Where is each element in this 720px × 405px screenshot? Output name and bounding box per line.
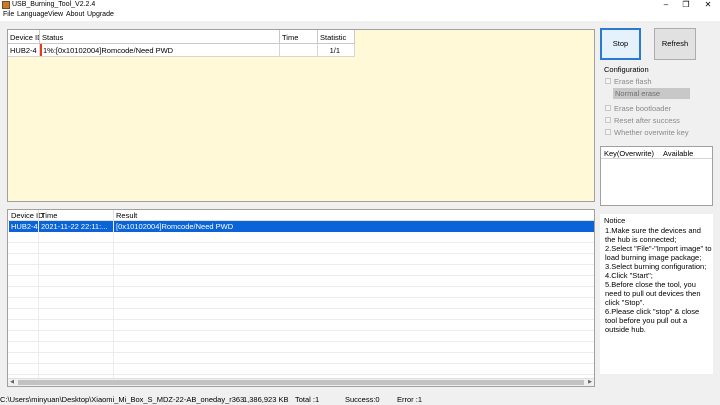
log-column-header-result[interactable]: Result xyxy=(116,211,137,220)
erase-flash-checkbox[interactable] xyxy=(605,78,611,84)
log-device-cell: HUB2-4 xyxy=(11,222,38,231)
erase-mode-select[interactable]: Normal erase xyxy=(613,88,690,99)
configuration-label: Configuration xyxy=(604,65,649,74)
window-title: USB_Burning_Tool_V2.2.4 xyxy=(12,1,96,8)
log-column-header-time[interactable]: Time xyxy=(41,211,57,220)
image-size: 1,386,923 KB xyxy=(243,395,289,404)
key-panel-header: Key(Overwrite) Available xyxy=(601,147,712,159)
menu-upgrade[interactable]: Upgrade xyxy=(87,11,114,18)
column-header-statistic[interactable]: Statistic xyxy=(318,30,355,44)
overwrite-key-label: Whether overwrite key xyxy=(614,128,689,137)
device-id-cell: HUB2-4 xyxy=(8,44,40,57)
column-divider xyxy=(38,221,39,378)
reset-after-success-label: Reset after success xyxy=(614,116,680,125)
column-header-time[interactable]: Time xyxy=(280,30,318,44)
key-overwrite-header: Key(Overwrite) xyxy=(604,149,655,158)
time-cell xyxy=(280,44,318,57)
status-cell: 1%:[0x10102004]Romcode/Need PWD xyxy=(40,44,280,57)
log-row[interactable]: HUB2-4 2021-11-22 22:11:... [0x10102004]… xyxy=(9,221,594,232)
status-bar: C:\Users\minyuan\Desktop\Xiaomi_Mi_Box_S… xyxy=(0,393,720,405)
log-time-cell: 2021-11-22 22:11:... xyxy=(41,222,108,231)
horizontal-scrollbar[interactable]: ◀ ▶ xyxy=(8,378,594,386)
log-result-cell: [0x10102004]Romcode/Need PWD xyxy=(116,222,234,231)
menu-language[interactable]: Language xyxy=(17,11,48,18)
empty-rows xyxy=(8,232,594,378)
device-grid-header: Device ID Status Time Statistic xyxy=(8,30,355,44)
status-text: 1%:[0x10102004]Romcode/Need PWD xyxy=(43,46,174,55)
scroll-left-icon[interactable]: ◀ xyxy=(8,379,16,386)
statistic-cell: 1/1 xyxy=(318,44,355,57)
erase-bootloader-checkbox[interactable] xyxy=(605,105,611,111)
refresh-button[interactable]: Refresh xyxy=(654,28,696,60)
scrollbar-thumb[interactable] xyxy=(18,380,584,385)
image-path: C:\Users\minyuan\Desktop\Xiaomi_Mi_Box_S… xyxy=(0,395,245,404)
app-icon xyxy=(2,1,10,9)
key-panel: Key(Overwrite) Available xyxy=(600,146,713,206)
menu-view[interactable]: View xyxy=(48,11,63,18)
progress-bar xyxy=(40,44,42,56)
total-count: Total :1 xyxy=(295,395,320,404)
notice-title: Notice xyxy=(604,216,626,225)
log-grid-header: Device ID Time Result xyxy=(8,210,594,221)
menu-file[interactable]: File xyxy=(3,11,14,18)
reset-after-success-checkbox[interactable] xyxy=(605,117,611,123)
erase-flash-label: Erase flash xyxy=(614,77,652,86)
column-divider xyxy=(113,210,114,221)
key-available-header: Available xyxy=(663,149,694,158)
error-count: Error :1 xyxy=(397,395,423,404)
erase-bootloader-label: Erase bootloader xyxy=(614,104,672,113)
menu-about[interactable]: About xyxy=(66,11,84,18)
menu-bar: File Language View About Upgrade xyxy=(0,10,720,21)
notice-panel: Notice 1.Make sure the devices and the h… xyxy=(600,214,713,374)
column-divider xyxy=(38,210,39,221)
success-count: Success:0 xyxy=(345,395,380,404)
stop-button[interactable]: Stop xyxy=(600,28,641,60)
scroll-right-icon[interactable]: ▶ xyxy=(586,379,594,386)
log-grid: Device ID Time Result HUB2-4 2021-11-22 … xyxy=(7,209,595,387)
notice-text: 1.Make sure the devices and the hub is c… xyxy=(605,226,712,334)
device-row[interactable]: HUB2-4 1%:[0x10102004]Romcode/Need PWD 1… xyxy=(8,44,355,57)
column-header-device-id[interactable]: Device ID xyxy=(8,30,40,44)
column-header-status[interactable]: Status xyxy=(40,30,280,44)
column-divider xyxy=(113,221,114,378)
overwrite-key-checkbox[interactable] xyxy=(605,129,611,135)
device-grid: Device ID Status Time Statistic HUB2-4 1… xyxy=(7,29,595,202)
